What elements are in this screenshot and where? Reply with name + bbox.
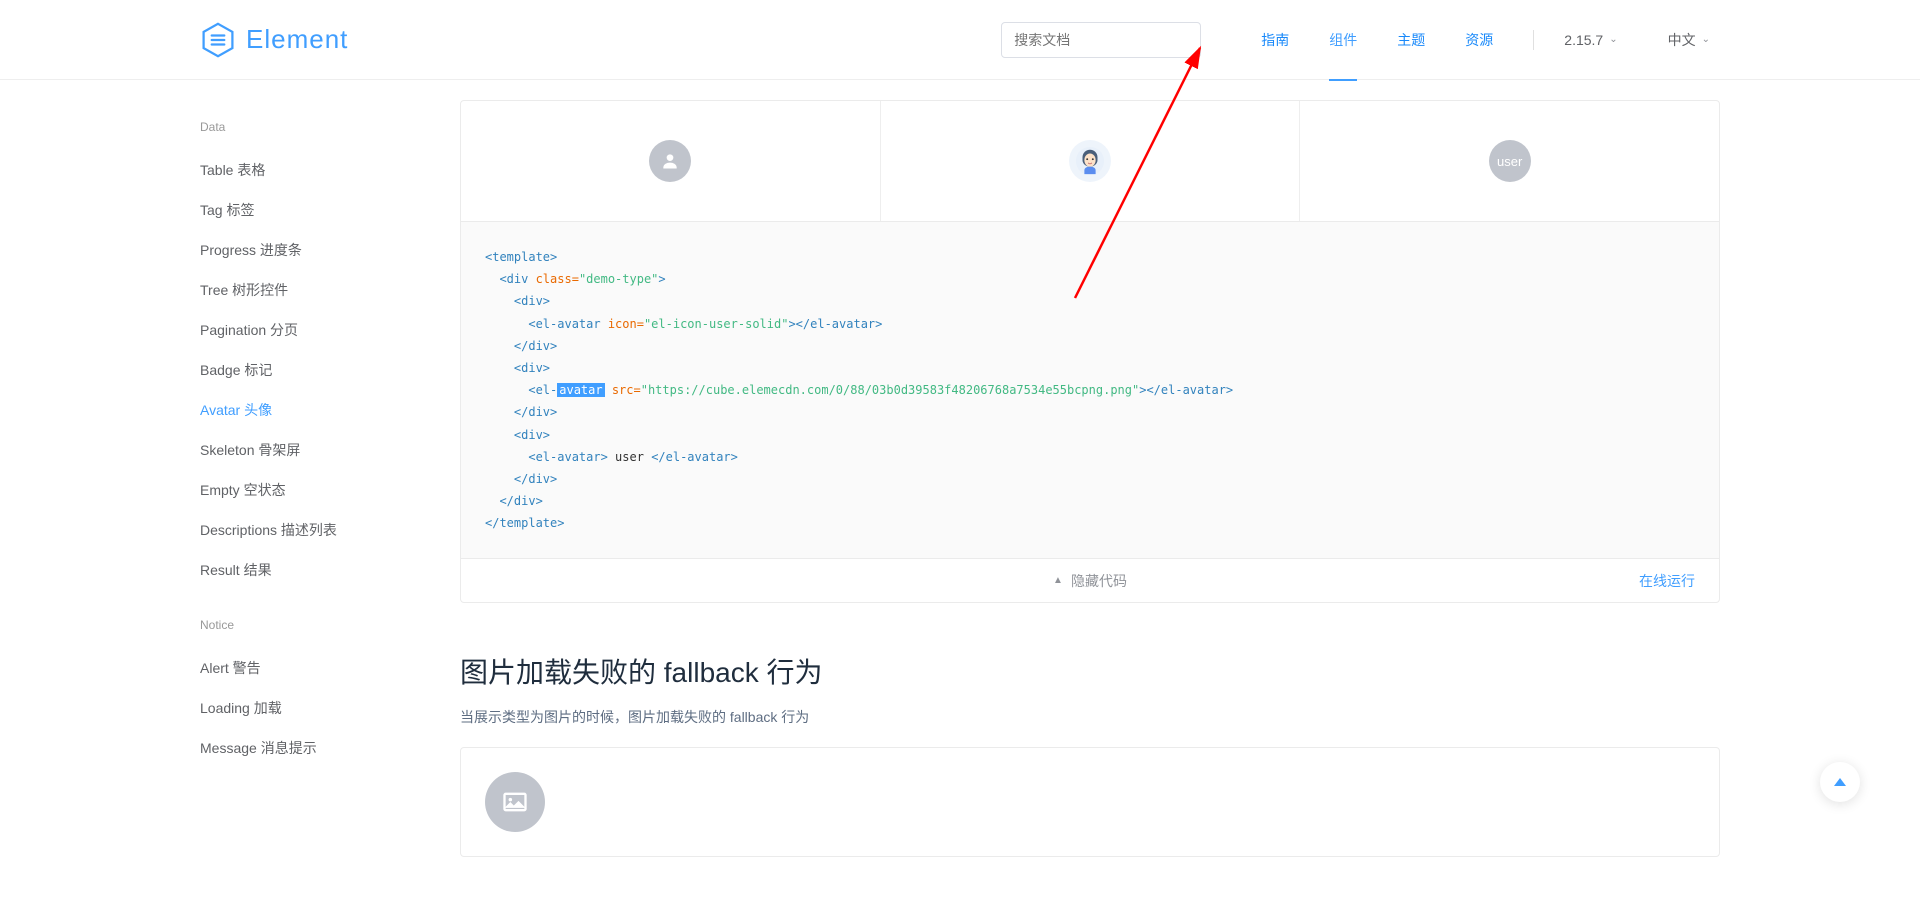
demo-cell-text: user — [1300, 101, 1719, 221]
fallback-demo — [460, 747, 1720, 857]
demo-cell-icon — [461, 101, 881, 221]
caret-up-icon: ▲ — [1053, 575, 1063, 586]
language-dropdown[interactable]: 中文 ⌄ — [1658, 30, 1720, 50]
version-label: 2.15.7 — [1564, 32, 1603, 48]
nav-guide[interactable]: 指南 — [1241, 0, 1309, 80]
sidebar-item[interactable]: Badge 标记 — [200, 350, 460, 390]
image-placeholder-icon — [501, 788, 529, 816]
avatar-image — [1069, 140, 1111, 182]
chevron-down-icon: ⌄ — [1702, 34, 1710, 45]
sidebar-item[interactable]: Skeleton 骨架屏 — [200, 430, 460, 470]
nav-component[interactable]: 组件 — [1309, 0, 1377, 80]
nav-theme[interactable]: 主题 — [1377, 0, 1445, 80]
user-solid-icon — [660, 151, 680, 171]
language-label: 中文 — [1668, 30, 1696, 50]
element-logo-icon — [200, 22, 236, 58]
cartoon-avatar-icon — [1075, 146, 1105, 176]
chevron-down-icon: ⌄ — [1609, 34, 1617, 45]
sidebar-item[interactable]: Empty 空状态 — [200, 470, 460, 510]
caret-up-icon — [1834, 776, 1846, 788]
avatar-icon — [649, 140, 691, 182]
code-block: <template> <div class="demo-type"> <div>… — [461, 221, 1719, 558]
brand-name: Element — [246, 24, 348, 55]
back-to-top-button[interactable] — [1820, 762, 1860, 802]
sidebar-group-title: Notice — [200, 618, 460, 632]
fallback-avatar — [485, 772, 545, 832]
sidebar-item[interactable]: Avatar 头像 — [200, 390, 460, 430]
demo-cell-image — [881, 101, 1301, 221]
sidebar-item[interactable]: Alert 警告 — [200, 648, 460, 688]
version-dropdown[interactable]: 2.15.7 ⌄ — [1554, 32, 1627, 48]
sidebar-item[interactable]: Progress 进度条 — [200, 230, 460, 270]
avatar-text: user — [1489, 140, 1531, 182]
divider — [1533, 30, 1534, 50]
sidebar-item[interactable]: Descriptions 描述列表 — [200, 510, 460, 550]
sidebar-item[interactable]: Pagination 分页 — [200, 310, 460, 350]
sidebar-item[interactable]: Tree 树形控件 — [200, 270, 460, 310]
fallback-section-desc: 当展示类型为图片的时候，图片加载失败的 fallback 行为 — [460, 707, 1720, 727]
sidebar-item[interactable]: Message 消息提示 — [200, 728, 460, 768]
collapse-label: 隐藏代码 — [1071, 571, 1127, 591]
sidebar-item[interactable]: Table 表格 — [200, 150, 460, 190]
search-input[interactable] — [1001, 22, 1201, 58]
sidebar-item[interactable]: Tag 标签 — [200, 190, 460, 230]
demo-preview: user — [461, 101, 1719, 221]
sidebar-group-title: Data — [200, 120, 460, 134]
nav-resource[interactable]: 资源 — [1445, 0, 1513, 80]
sidebar-item[interactable]: Result 结果 — [200, 550, 460, 590]
fallback-section-title: 图片加载失败的 fallback 行为 — [460, 651, 1720, 691]
code-footer[interactable]: ▲ 隐藏代码 在线运行 — [461, 558, 1719, 602]
sidebar-item[interactable]: Loading 加载 — [200, 688, 460, 728]
brand-logo[interactable]: Element — [200, 22, 348, 58]
run-online-link[interactable]: 在线运行 — [1639, 571, 1695, 591]
demo-box: user <template> <div class="demo-type"> … — [460, 100, 1720, 603]
